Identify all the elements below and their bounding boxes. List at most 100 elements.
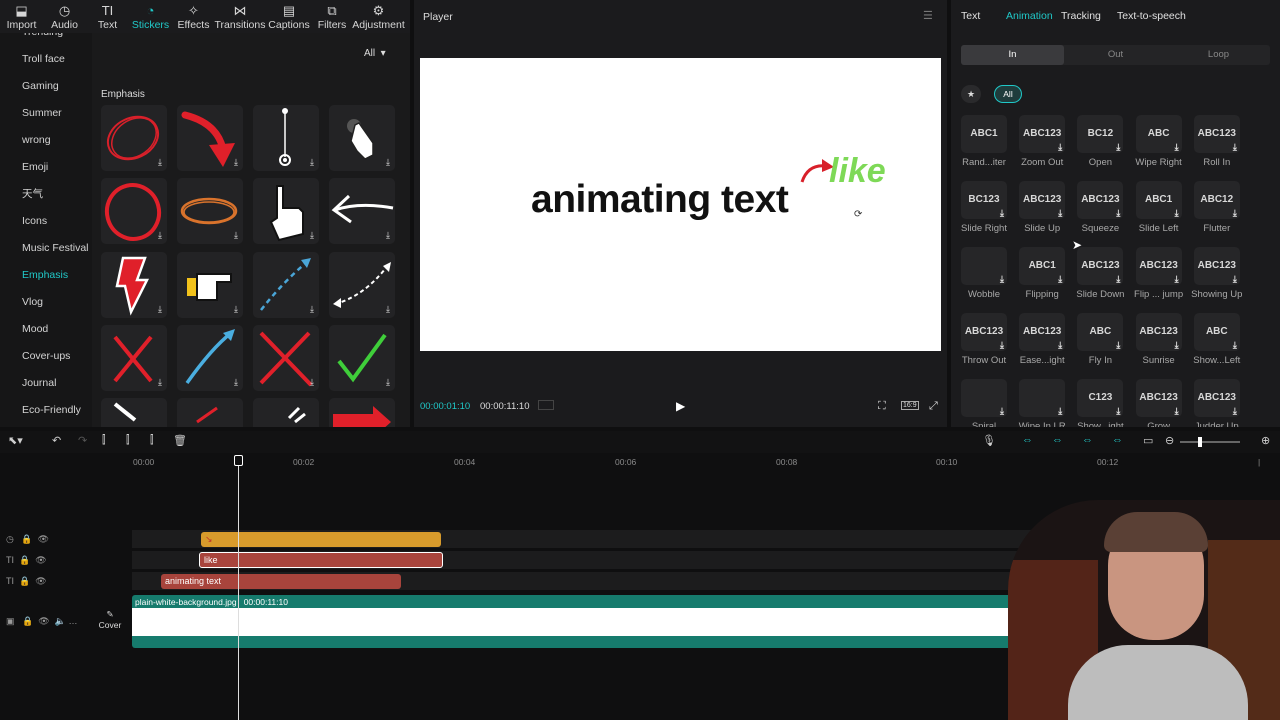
animation-preset[interactable]: ⤓ Wipe In LR — [1016, 379, 1068, 427]
zoom-slider[interactable] — [1180, 437, 1240, 447]
favorites-star-icon[interactable]: ★ — [961, 85, 981, 103]
delete-icon[interactable]: 🗑 — [173, 434, 187, 447]
eye-icon[interactable]: 👁 — [38, 616, 49, 626]
split-right-icon[interactable]: ⫿ — [150, 434, 154, 447]
sidebar-item-vlog[interactable]: Vlog — [0, 289, 92, 316]
sidebar-item-troll-face[interactable]: Troll face — [0, 46, 92, 73]
like-text-clip[interactable]: like — [199, 552, 443, 568]
toolbar-filters[interactable]: ⧉ Filters — [313, 0, 351, 33]
split-icon[interactable]: ⫿ — [102, 434, 106, 447]
animation-preset[interactable]: ABC123 ⤓ Judder Up — [1191, 379, 1243, 427]
animation-preset[interactable]: ABC123 ⤓ Grow — [1133, 379, 1185, 427]
sticker-red-x[interactable]: ⤓ — [101, 325, 167, 391]
sticker-white-pen[interactable] — [101, 398, 167, 427]
zoom-slider-handle[interactable] — [1198, 437, 1202, 447]
subtab-out[interactable]: Out — [1064, 45, 1167, 65]
sidebar-item-emoji[interactable]: Emoji — [0, 154, 92, 181]
toolbar-text[interactable]: TI Text — [86, 0, 129, 33]
undo-icon[interactable]: ↶ — [52, 434, 61, 447]
toolbar-transitions[interactable]: ⋈ Transitions — [215, 0, 266, 33]
sticker-red-curved-arrow[interactable]: ⤓ — [177, 105, 243, 171]
sidebar-item-icons[interactable]: Icons — [0, 208, 92, 235]
sticker-pin-line[interactable]: ⤓ — [253, 105, 319, 171]
animation-preset[interactable]: ABC12 ⤓ Flutter — [1191, 181, 1243, 249]
playhead[interactable] — [238, 460, 239, 720]
animation-preset[interactable]: C123 ⤓ Show...ight — [1074, 379, 1126, 427]
sticker-sparkle[interactable] — [253, 398, 319, 427]
fullscreen-icon[interactable]: ⤢ — [929, 400, 938, 413]
audio-mute-icon[interactable]: 🔈 — [55, 616, 66, 626]
animation-preset[interactable]: ABC123 ⤓ Squeeze — [1074, 181, 1126, 249]
sidebar-item-journal[interactable]: Journal — [0, 370, 92, 397]
sticker-click-hand[interactable]: ⤓ — [329, 105, 395, 171]
animation-preset[interactable]: ABC123 ⤓ Flip ... jump — [1133, 247, 1185, 315]
canvas-like-text[interactable]: like — [829, 152, 886, 191]
animation-preset[interactable]: ABC1 ⤓ Flipping — [1016, 247, 1068, 315]
filter-all-chip[interactable]: All — [994, 85, 1022, 103]
sticker-green-check[interactable]: ⤓ — [329, 325, 395, 391]
animation-preset[interactable]: ⤓ Spiral — [958, 379, 1010, 427]
lock-icon[interactable]: 🔒 — [21, 534, 32, 544]
sidebar-item-weather[interactable]: 天气 — [0, 181, 92, 208]
animation-preset[interactable]: ABC123 ⤓ Ease...ight — [1016, 313, 1068, 381]
sticker-white-arrow-left[interactable]: ⤓ — [329, 178, 395, 244]
lock-icon[interactable]: 🔒 — [19, 555, 30, 565]
sticker-red-bold-circle[interactable]: ⤓ — [101, 178, 167, 244]
sidebar-item-music-festival[interactable]: Music Festival — [0, 235, 92, 262]
animation-preset[interactable]: ⤓ Wobble — [958, 247, 1010, 315]
sidebar-item-trending[interactable]: Trending — [0, 33, 92, 46]
toolbar-captions[interactable]: ▤ Captions — [265, 0, 313, 33]
tab-text-to-speech[interactable]: Text-to-speech — [1117, 0, 1186, 33]
subtab-in[interactable]: In — [961, 45, 1064, 65]
redo-icon[interactable]: ↷ — [78, 434, 87, 447]
rotate-handle-icon[interactable]: ⟳ — [854, 209, 862, 220]
animation-preset[interactable]: ABC ⤓ Wipe Right — [1133, 115, 1185, 183]
preview-canvas[interactable]: animating text like ⟳ — [420, 58, 941, 351]
sticker-pixel-hand[interactable]: ⤓ — [177, 252, 243, 318]
sidebar-item-summer[interactable]: Summer — [0, 100, 92, 127]
zoom-in-icon[interactable]: ⊕ — [1261, 434, 1270, 447]
animating-text-clip[interactable]: animating text — [161, 574, 401, 589]
lock-icon[interactable]: 🔒 — [22, 616, 33, 626]
tab-tracking[interactable]: Tracking — [1061, 0, 1101, 33]
play-button[interactable]: ▶ — [676, 399, 685, 413]
playhead-handle[interactable] — [234, 455, 243, 466]
animation-preset[interactable]: BC12 ⤓ Open — [1074, 115, 1126, 183]
filter-dropdown[interactable]: All ▾ — [364, 48, 386, 59]
screen-icon[interactable]: ▭ — [1143, 434, 1153, 447]
sticker-red-x-large[interactable]: ⤓ — [253, 325, 319, 391]
eye-icon[interactable]: 👁 — [35, 576, 46, 586]
sticker-clip[interactable]: ↘ — [201, 532, 441, 547]
toolbar-stickers[interactable]: ◔ Stickers — [129, 0, 172, 33]
split-left-icon[interactable]: ⫿ — [126, 434, 130, 447]
toolbar-adjustment[interactable]: ⚙ Adjustment — [351, 0, 406, 33]
animation-preset[interactable]: BC123 ⤓ Slide Right — [958, 181, 1010, 249]
timeline-ruler[interactable]: 00:00 00:02 00:04 00:06 00:08 00:10 00:1… — [0, 453, 1280, 469]
microphone-icon[interactable]: 🎙 — [982, 434, 996, 447]
sticker-white-dashed-arrow[interactable]: ⤓ — [329, 252, 395, 318]
timecode-grid-icon[interactable] — [538, 400, 554, 410]
canvas-main-text[interactable]: animating text — [531, 178, 789, 222]
animation-preset[interactable]: ABC123 ⤓ Sunrise — [1133, 313, 1185, 381]
sticker-red-scribble-circle[interactable]: ⤓ — [101, 105, 167, 171]
sidebar-item-cover-ups[interactable]: Cover-ups — [0, 343, 92, 370]
player-menu-icon[interactable]: ☰ — [923, 9, 933, 22]
animation-preset[interactable]: ABC1 Rand...iter — [958, 115, 1010, 183]
zoom-out-icon[interactable]: ⊖ — [1165, 434, 1174, 447]
sticker-pointer-hand[interactable]: ⤓ — [253, 178, 319, 244]
tab-text[interactable]: Text — [961, 0, 980, 33]
sticker-red-arrow-small[interactable] — [177, 398, 243, 427]
animation-preset[interactable]: ABC123 ⤓ Slide Up — [1016, 181, 1068, 249]
preview-axis-icon[interactable]: ⇔ — [1082, 434, 1093, 446]
sticker-blue-dashed-arrow[interactable]: ⤓ — [253, 252, 319, 318]
animation-preset[interactable]: ABC ⤓ Fly In — [1074, 313, 1126, 381]
toolbar-effects[interactable]: ✧ Effects — [172, 0, 215, 33]
animation-preset[interactable]: ABC123 ⤓ Slide Down — [1074, 247, 1126, 315]
aspect-ratio-button[interactable]: 16:9 — [901, 401, 919, 410]
sticker-here-sign[interactable] — [329, 398, 395, 427]
animation-preset[interactable]: ABC ⤓ Show...Left — [1191, 313, 1243, 381]
magnet-icon[interactable]: ⇔ — [1022, 434, 1033, 446]
sidebar-item-eco-friendly[interactable]: Eco-Friendly — [0, 397, 92, 424]
tab-animation[interactable]: Animation — [1006, 0, 1053, 33]
sticker-orange-oval[interactable]: ⤓ — [177, 178, 243, 244]
